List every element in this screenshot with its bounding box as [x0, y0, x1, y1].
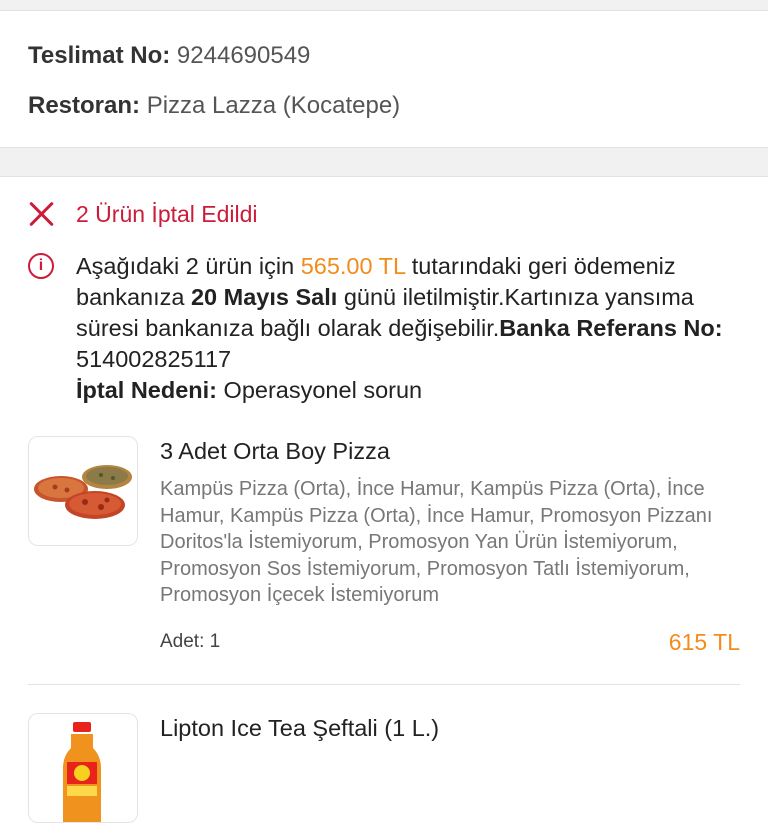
- item-title: 3 Adet Orta Boy Pizza: [160, 438, 390, 464]
- quantity-label: Adet:: [160, 631, 205, 652]
- pizza-image: [28, 436, 138, 546]
- item-footer: Adet: 1 615 TL: [160, 629, 740, 656]
- close-icon: [28, 200, 56, 228]
- item-details: 3 Adet Orta Boy Pizza Kampüs Pizza (Orta…: [160, 436, 740, 656]
- refund-amount: 565.00 TL: [300, 253, 406, 279]
- cancellation-section: 2 Ürün İptal Edildi i Aşağıdaki 2 ürün i…: [0, 199, 768, 406]
- item-quantity: Adet: 1: [160, 631, 220, 653]
- delivery-number-label: Teslimat No:: [28, 42, 171, 69]
- section-separator: [0, 147, 768, 177]
- cancellation-title: 2 Ürün İptal Edildi: [76, 200, 258, 227]
- delivery-info: Teslimat No: 9244690549 Restoran: Pizza …: [0, 11, 768, 147]
- notice-text-part1: Aşağıdaki 2 ürün için: [76, 253, 301, 279]
- cancel-reason-value: Operasyonel sorun: [217, 377, 423, 403]
- delivery-number-row: Teslimat No: 9244690549: [28, 41, 740, 71]
- item-description: Kampüs Pizza (Orta), İnce Hamur, Kampüs …: [160, 478, 713, 606]
- cancel-reason-label: İptal Nedeni:: [76, 377, 218, 403]
- refund-notice-text: Aşağıdaki 2 ürün için 565.00 TL tutarınd…: [76, 251, 740, 406]
- restaurant-value: Pizza Lazza (Kocatepe): [146, 92, 401, 119]
- restaurant-row: Restoran: Pizza Lazza (Kocatepe): [28, 91, 740, 121]
- refund-date: 20 Mayıs Salı: [190, 284, 338, 310]
- bank-reference-value: 514002825117: [76, 346, 232, 372]
- item-divider: [28, 683, 740, 685]
- item-price: 615 TL: [668, 628, 740, 655]
- quantity-value: 1: [209, 631, 221, 652]
- restaurant-label: Restoran:: [28, 92, 141, 119]
- info-icon: i: [28, 253, 54, 279]
- cancellation-header: 2 Ürün İptal Edildi: [28, 199, 740, 229]
- item-title: Lipton Ice Tea Şeftali (1 L.): [160, 714, 440, 741]
- bank-reference-label: Banka Referans No:: [499, 315, 723, 341]
- refund-notice: i Aşağıdaki 2 ürün için 565.00 TL tutarı…: [28, 251, 740, 406]
- top-separator: [0, 0, 768, 11]
- delivery-number-value: 9244690549: [176, 42, 311, 69]
- cancelled-item[interactable]: 3 Adet Orta Boy Pizza Kampüs Pizza (Orta…: [0, 436, 768, 656]
